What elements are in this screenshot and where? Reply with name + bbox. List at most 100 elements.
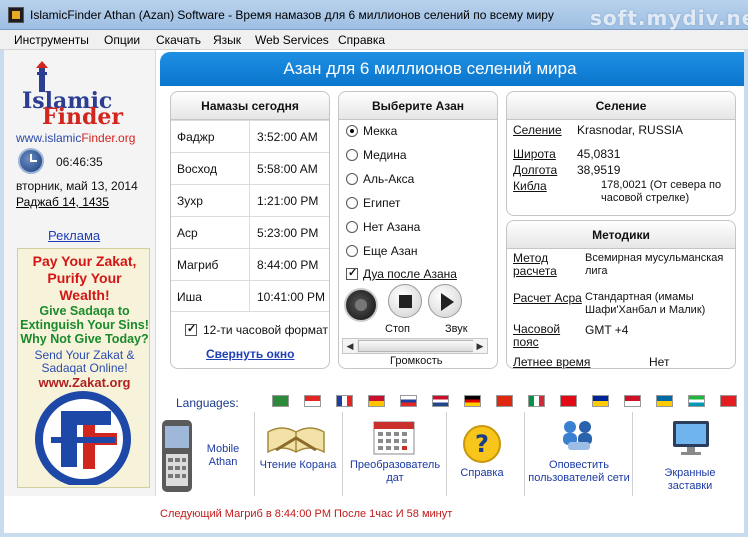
prayer-time: 5:58:00 AM — [257, 162, 318, 176]
slider-left-arrow[interactable]: ◀ — [343, 339, 357, 353]
qibla-key[interactable]: Кибла — [513, 179, 547, 193]
prayer-row: Аср 5:23:00 PM — [171, 216, 329, 248]
flag-uzbekistan-icon[interactable] — [688, 395, 705, 407]
zakat-line: Sadaqat Online! — [41, 361, 128, 375]
azan-panel-title: Выберите Азан — [339, 92, 497, 120]
languages-label: Languages: — [176, 396, 239, 410]
menu-bar: Инструменты Опции Скачать Язык Web Servi… — [0, 30, 748, 50]
notify-users-label[interactable]: Оповестить пользователей сети — [528, 459, 630, 485]
quran-book-icon[interactable] — [264, 418, 328, 456]
hijri-date[interactable]: Раджаб 14, 1435 — [16, 195, 109, 209]
quran-label[interactable]: Чтение Корана — [256, 459, 340, 472]
menu-tools[interactable]: Инструменты — [14, 33, 89, 47]
divider — [249, 217, 250, 248]
12h-format-label: 12-ти часовой формат — [203, 323, 328, 337]
azan-radio-none[interactable] — [346, 221, 358, 233]
volume-slider[interactable]: ◀ ▶ — [342, 338, 488, 354]
menu-help[interactable]: Справка — [338, 33, 385, 47]
flag-netherlands-icon[interactable] — [432, 395, 449, 407]
flag-bosnia-icon[interactable] — [592, 395, 609, 407]
zakat-line: Send Your Zakat & — [34, 348, 135, 362]
website-link[interactable]: www.islamicFinder.org — [16, 131, 135, 145]
prayers-panel: Намазы сегодня Фаджр 3:52:00 AM Восход 5… — [170, 91, 330, 369]
prayer-time: 1:21:00 PM — [257, 194, 319, 208]
divider — [524, 412, 525, 496]
flag-russia-icon[interactable] — [400, 395, 417, 407]
azan-option-label: Еще Азан — [363, 244, 418, 258]
banner: Азан для 6 миллионов селений мира — [160, 52, 744, 86]
zakat-line: Give Sadaqa to — [39, 304, 130, 318]
flag-sweden-icon[interactable] — [656, 395, 673, 407]
dua-label[interactable]: Дуа после Азана — [363, 267, 457, 281]
network-users-icon[interactable] — [558, 418, 598, 454]
menu-language[interactable]: Язык — [213, 33, 241, 47]
stop-button[interactable] — [388, 284, 422, 318]
zakat-url: www.Zakat.org — [38, 375, 131, 390]
dst-value: Нет — [649, 355, 670, 369]
azan-radio-more[interactable] — [346, 245, 358, 257]
menu-download[interactable]: Скачать — [156, 33, 201, 47]
timezone-value: GMT +4 — [585, 323, 629, 337]
menu-options[interactable]: Опции — [104, 33, 140, 47]
divider — [249, 281, 250, 311]
slider-right-arrow[interactable]: ▶ — [473, 339, 487, 353]
flag-canada-icon[interactable] — [304, 395, 321, 407]
azan-radio-al-aqsa[interactable] — [346, 173, 358, 185]
flag-turkey-icon[interactable] — [560, 395, 577, 407]
date-converter-label[interactable]: Преобразователь дат — [346, 459, 444, 485]
website-link-prefix: www.islamic — [16, 131, 82, 145]
prayer-time: 5:23:00 PM — [257, 226, 319, 240]
next-prayer-status: Следующий Магриб в 8:44:00 PM После 1час… — [160, 508, 453, 520]
slider-thumb[interactable] — [358, 340, 474, 352]
flag-china-icon[interactable] — [496, 395, 513, 407]
minaret-icon — [36, 61, 48, 92]
azan-radio-mecca[interactable] — [346, 125, 358, 137]
help-icon[interactable]: ? — [462, 424, 502, 464]
method-value: Всемирная мусульманская лига — [585, 252, 724, 277]
dua-checkbox[interactable] — [346, 266, 358, 280]
zakat-ad[interactable]: Pay Your Zakat, Purify Your Wealth! Give… — [17, 248, 150, 488]
help-label[interactable]: Справка — [450, 467, 514, 480]
location-key[interactable]: Селение — [513, 123, 562, 137]
location-value: Krasnodar, RUSSIA — [577, 123, 684, 137]
longitude-value: 38,9519 — [577, 163, 621, 177]
volume-label: Громкость — [390, 355, 443, 367]
azan-radio-egypt[interactable] — [346, 197, 358, 209]
prayer-row: Восход 5:58:00 AM — [171, 152, 329, 184]
ads-link[interactable]: Реклама — [48, 228, 100, 243]
menu-web-services[interactable]: Web Services — [255, 33, 329, 47]
divider — [249, 249, 250, 280]
azan-radio-medina[interactable] — [346, 149, 358, 161]
logo-finder: Finder — [42, 104, 123, 130]
mobile-phone-icon[interactable] — [160, 418, 194, 494]
flag-italy-icon[interactable] — [528, 395, 545, 407]
dst-key[interactable]: Летнее время — [513, 355, 590, 369]
flag-arabic-icon[interactable] — [272, 395, 289, 407]
longitude-key[interactable]: Долгота — [513, 163, 557, 177]
website-link-suffix: Finder.org — [81, 131, 136, 145]
flag-spain-icon[interactable] — [368, 395, 385, 407]
flag-albania-icon[interactable] — [720, 395, 737, 407]
window-title: IslamicFinder Athan (Azan) Software - Вр… — [30, 8, 554, 22]
asr-value: Стандартная (имамы Шафи'Ханбал и Малик) — [585, 291, 706, 316]
flag-france-icon[interactable] — [336, 395, 353, 407]
calendar-icon[interactable] — [372, 418, 416, 456]
mobile-athan-label[interactable]: Mobile Athan — [198, 443, 248, 469]
screensavers-label[interactable]: Экранные заставки — [642, 467, 738, 493]
latitude-value: 45,0831 — [577, 147, 621, 161]
play-button[interactable] — [428, 284, 462, 318]
latitude-key[interactable]: Широта — [513, 147, 556, 161]
method-key[interactable]: Метод расчета — [513, 252, 573, 278]
divider — [632, 412, 633, 496]
collapse-window-link[interactable]: Свернуть окно — [206, 347, 294, 361]
12h-format-checkbox[interactable] — [185, 322, 197, 336]
prayer-time: 8:44:00 PM — [257, 258, 319, 272]
asr-key[interactable]: Расчет Асра — [513, 291, 582, 305]
monitor-icon[interactable] — [670, 418, 712, 458]
timezone-key[interactable]: Часовой пояс — [513, 323, 573, 349]
flag-indonesia-icon[interactable] — [624, 395, 641, 407]
stop-icon — [399, 295, 412, 308]
prayers-panel-title: Намазы сегодня — [171, 92, 329, 120]
flag-germany-icon[interactable] — [464, 395, 481, 407]
prayer-name: Зухр — [177, 194, 203, 208]
